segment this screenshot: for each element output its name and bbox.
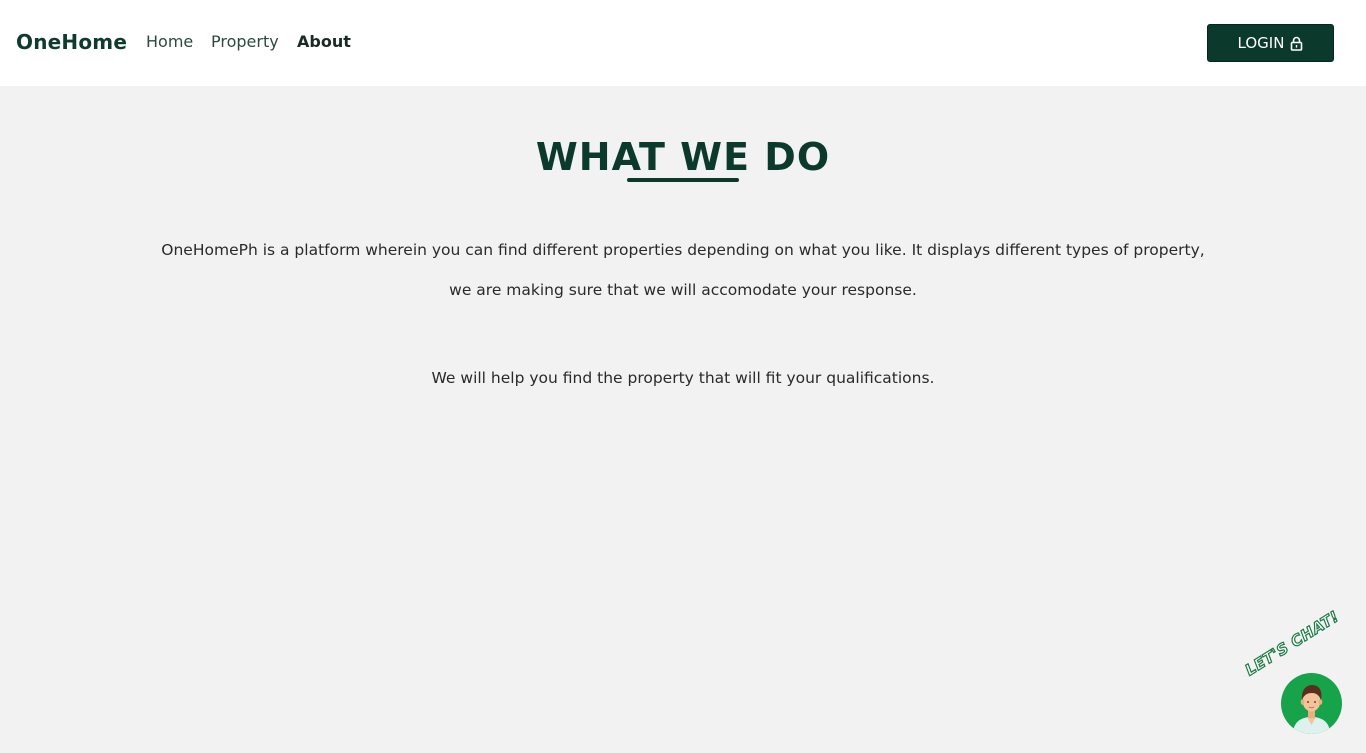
chat-widget[interactable]: LET'S CHAT! xyxy=(1240,607,1352,738)
page-heading: WHAT WE DO xyxy=(535,135,831,179)
login-button[interactable]: LOGIN xyxy=(1207,24,1334,62)
login-button-label: LOGIN xyxy=(1237,34,1285,52)
lock-icon xyxy=(1290,36,1303,51)
heading-underline xyxy=(627,178,739,182)
nav-link-about[interactable]: About xyxy=(297,32,351,51)
navbar: OneHome Home Property About LOGIN xyxy=(0,0,1366,86)
nav-link-property[interactable]: Property xyxy=(211,32,279,51)
brand-logo[interactable]: OneHome xyxy=(16,30,127,54)
about-description: OneHomePh is a platform wherein you can … xyxy=(161,241,1205,299)
about-tagline: We will help you find the property that … xyxy=(431,369,935,387)
support-agent-avatar[interactable] xyxy=(1281,673,1342,734)
chat-label: LET'S CHAT! xyxy=(1241,607,1343,680)
heading-wrap: WHAT WE DO xyxy=(0,133,1366,181)
nav-link-home[interactable]: Home xyxy=(146,32,193,51)
